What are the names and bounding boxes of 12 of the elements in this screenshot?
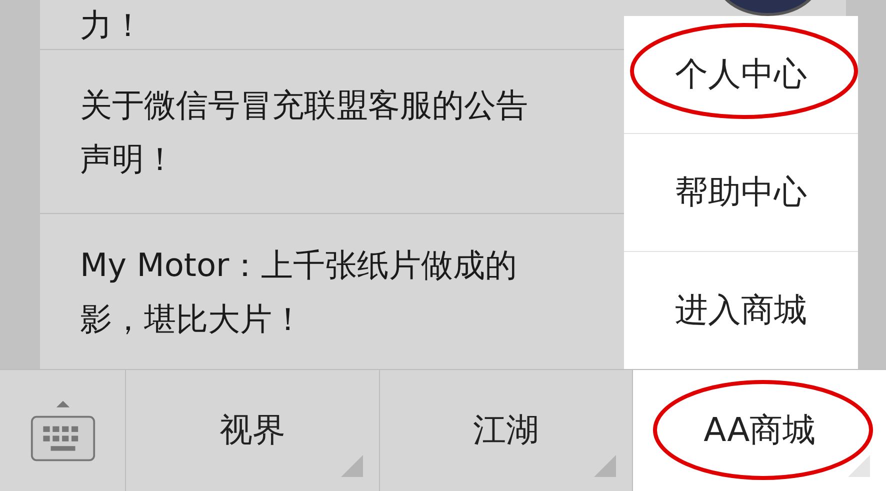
corner-triangle-icon xyxy=(594,455,616,477)
article-title-line[interactable]: My Motor：上千张纸片做成的 xyxy=(80,238,518,292)
corner-triangle-icon xyxy=(848,455,870,477)
menu-item[interactable]: 进入商城 xyxy=(675,288,807,333)
article-title-line[interactable]: 影，堪比大片！ xyxy=(80,292,518,346)
article-title-line[interactable]: 声明！ xyxy=(80,132,528,186)
menu-item[interactable]: 帮助中心 xyxy=(675,170,807,215)
corner-triangle-icon xyxy=(340,455,363,477)
article-title-line[interactable]: 力！ xyxy=(80,4,144,46)
bottom-menu-tab[interactable]: 江湖 xyxy=(380,370,634,491)
article-title-line[interactable]: 关于微信号冒充联盟客服的公告 xyxy=(80,78,528,132)
bottom-menu-tab[interactable]: AA商城 xyxy=(633,370,886,491)
